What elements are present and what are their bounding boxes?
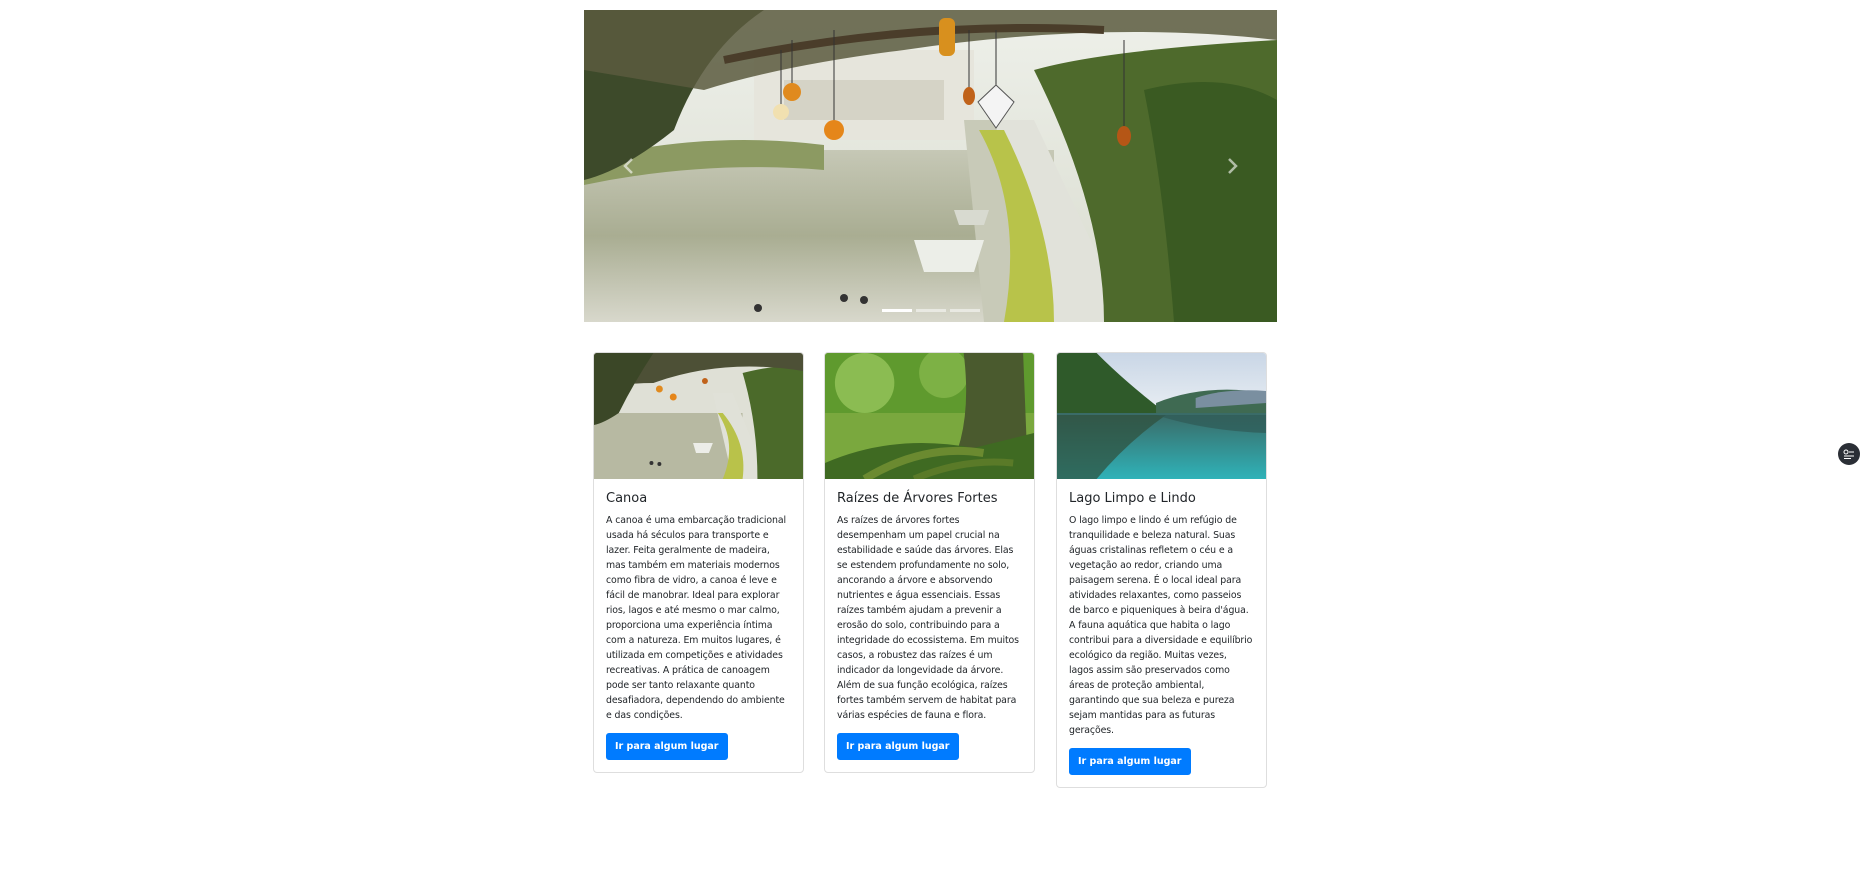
card-raizes: Raízes de Árvores Fortes As raízes de ár… xyxy=(824,352,1035,773)
card-text: A canoa é uma embarcação tradicional usa… xyxy=(606,515,787,721)
card-text: O lago limpo e lindo é um refúgio de tra… xyxy=(1069,515,1253,736)
card-image-lake xyxy=(1057,353,1266,479)
card-link-button[interactable]: Ir para algum lugar xyxy=(606,733,728,760)
carousel-indicator[interactable] xyxy=(915,309,946,312)
hero-carousel xyxy=(584,10,1277,322)
card-link-button[interactable]: Ir para algum lugar xyxy=(837,733,959,760)
carousel-indicator[interactable] xyxy=(949,309,980,312)
card-image-canal xyxy=(594,353,803,479)
floating-settings-button[interactable] xyxy=(1838,443,1860,465)
settings-list-icon xyxy=(1843,449,1854,459)
card-title: Lago Limpo e Lindo xyxy=(1069,491,1196,506)
carousel-prev-button[interactable] xyxy=(584,10,674,322)
card-lago: Lago Limpo e Lindo O lago limpo e lindo … xyxy=(1056,352,1267,788)
carousel-next-button[interactable] xyxy=(1187,10,1277,322)
carousel-indicators xyxy=(584,309,1277,312)
card-title: Canoa xyxy=(606,491,648,506)
chevron-left-icon xyxy=(623,158,633,174)
chevron-right-icon xyxy=(1228,158,1238,174)
card-title: Raízes de Árvores Fortes xyxy=(837,491,998,506)
carousel-indicator[interactable] xyxy=(881,309,912,312)
card-image-tree-roots xyxy=(825,353,1034,479)
card-link-button[interactable]: Ir para algum lugar xyxy=(1069,748,1191,775)
card-text: As raízes de árvores fortes desempenham … xyxy=(837,515,1019,721)
card-canoa: Canoa A canoa é uma embarcação tradicion… xyxy=(593,352,804,773)
hero-image-canal xyxy=(584,10,1277,322)
